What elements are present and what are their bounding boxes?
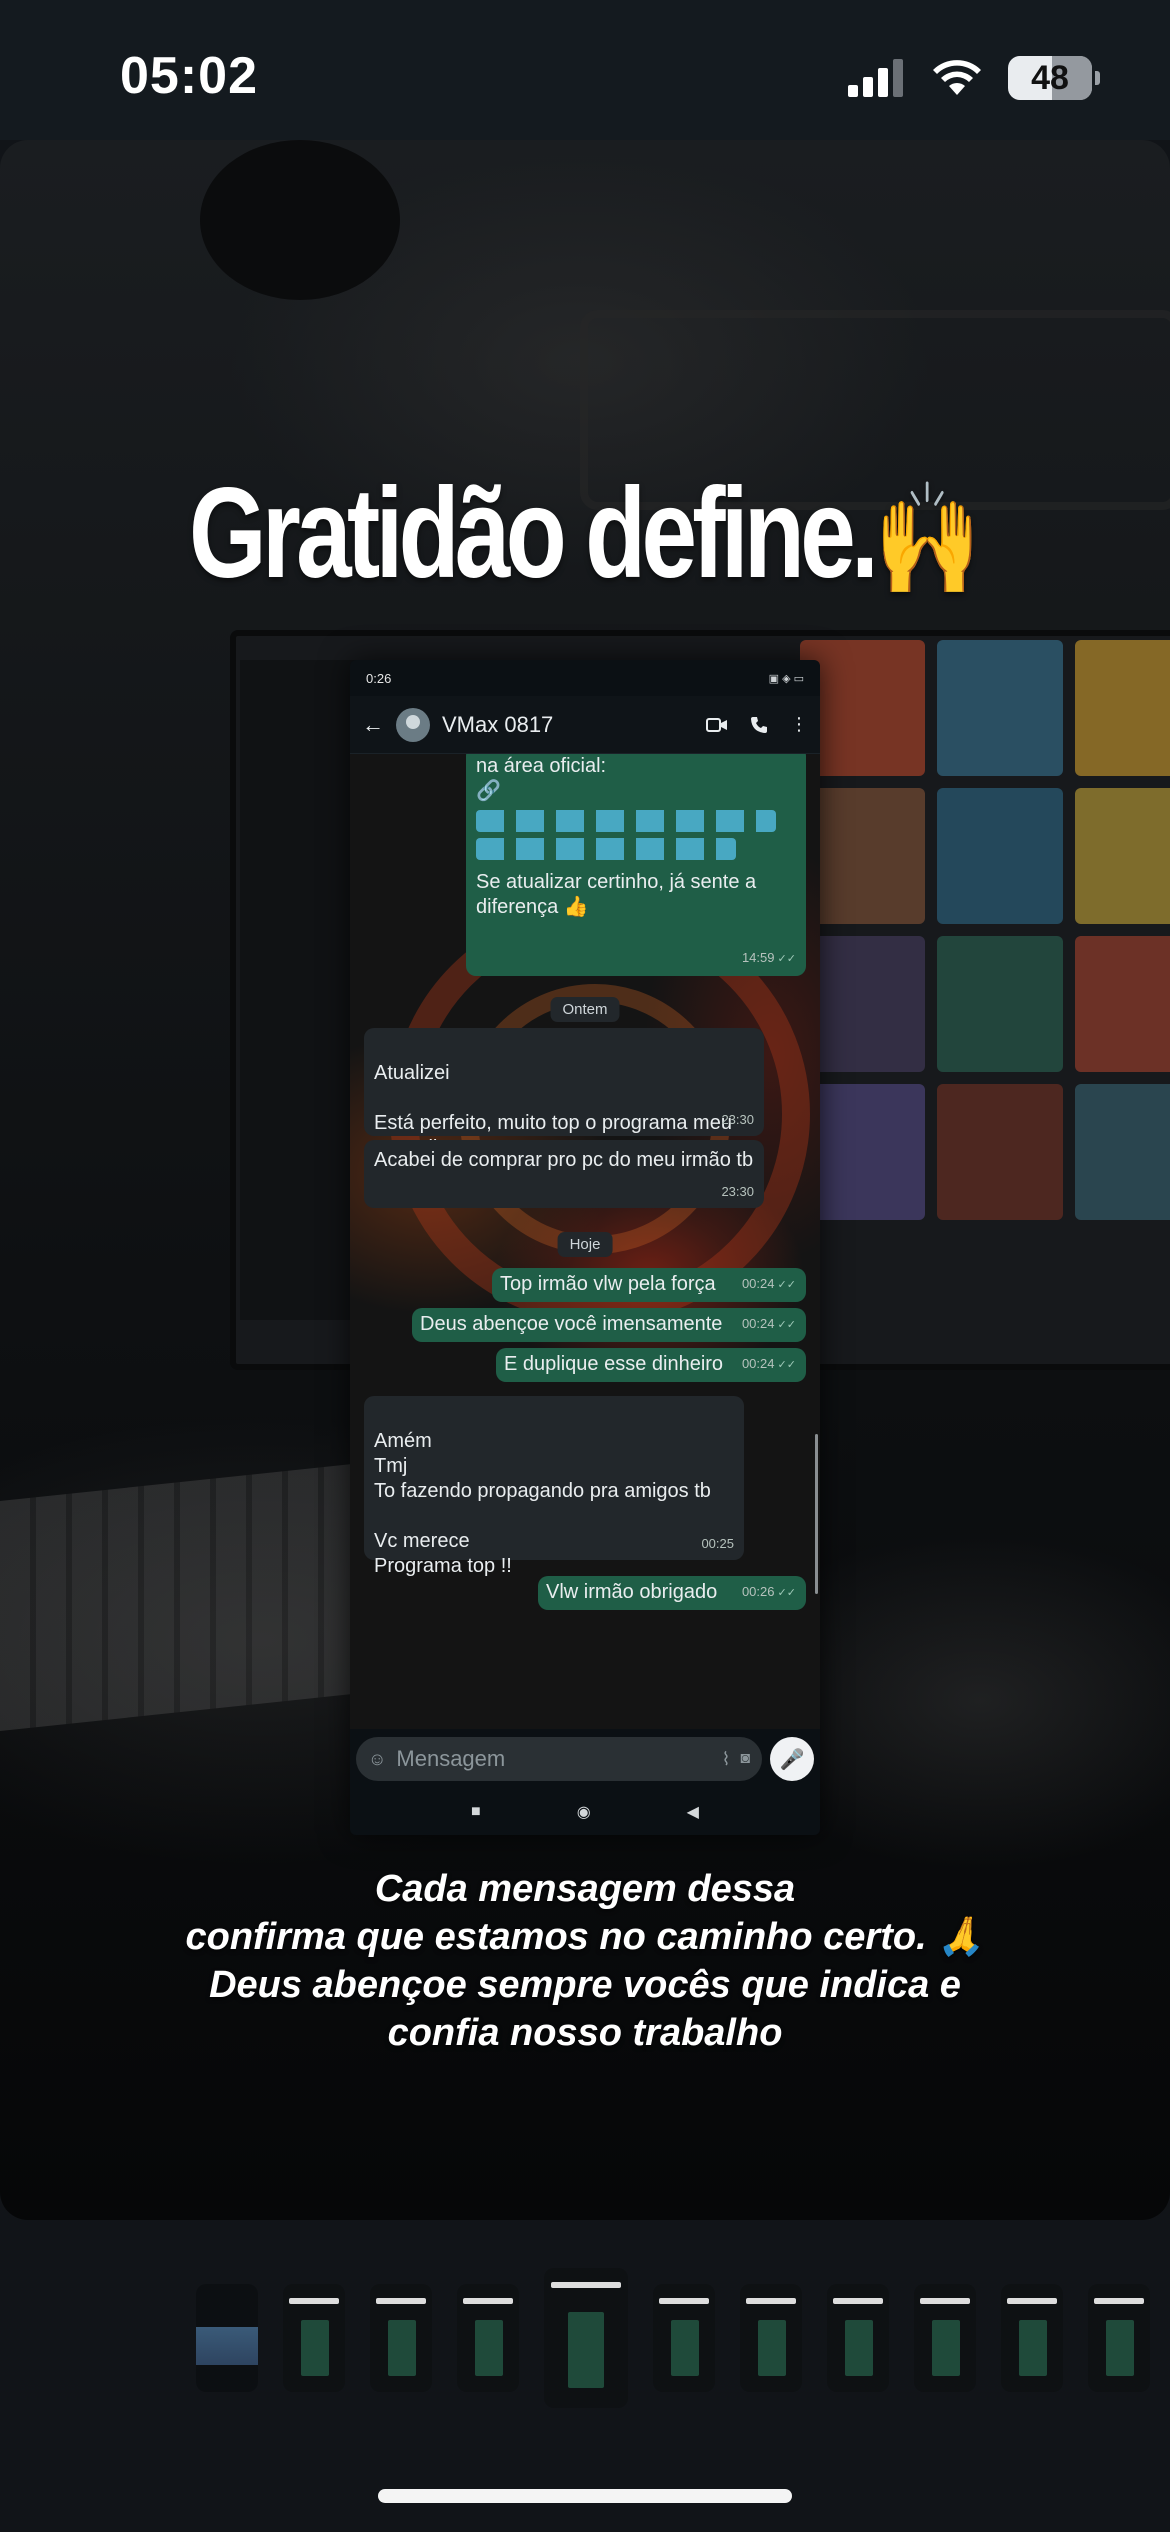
- message-bubble-out: Vlw irmão obrigado 00:26: [538, 1576, 806, 1610]
- inner-status-icons: ▣ ◈ ▭: [768, 672, 804, 685]
- back-icon: ◀: [686, 1804, 699, 1821]
- chat-scrollbar: [815, 1434, 818, 1594]
- message-text: Top irmão vlw pela força: [500, 1273, 716, 1295]
- status-time: 05:02: [120, 47, 258, 105]
- message-text: E duplique esse dinheiro: [504, 1353, 724, 1375]
- story-thumbnail[interactable]: [653, 2284, 715, 2392]
- back-arrow-icon: ←: [362, 711, 384, 737]
- message-bubble-in: Acabei de comprar pro pc do meu irmão tb…: [364, 1140, 764, 1208]
- android-nav-bar: ■ ◉ ◀: [350, 1789, 820, 1835]
- day-divider: Hoje: [557, 1232, 613, 1257]
- status-icons: 48: [848, 56, 1100, 100]
- story-thumbnail-selected[interactable]: [544, 2268, 628, 2408]
- story-thumbnail[interactable]: [1088, 2284, 1150, 2392]
- camera-icon: ◙: [740, 1750, 750, 1767]
- battery-icon: 48: [1008, 56, 1100, 100]
- message-bubble-in: Atualizei Está perfeito, muito top o pro…: [364, 1028, 764, 1159]
- chat-screenshot: 0:26 ▣ ◈ ▭ ← VMax 0817 ⋮ na área oficial…: [350, 660, 820, 1835]
- story-title-text: Gratidão define.: [189, 462, 879, 605]
- contact-name: VMax 0817: [442, 711, 554, 737]
- more-options-icon: ⋮: [790, 714, 808, 734]
- message-time: 23:30: [721, 1184, 754, 1199]
- battery-level: 48: [1031, 58, 1069, 97]
- raised-hands-icon: 🙌: [874, 478, 981, 601]
- message-bubble-out: Top irmão vlw pela força 00:24: [492, 1268, 806, 1302]
- recents-icon: ■: [471, 1803, 481, 1820]
- home-icon: ◉: [576, 1804, 591, 1821]
- status-bar: 05:02 48: [0, 0, 1170, 140]
- message-text: Amém Tmj To fazendo propagando pra amigo…: [374, 1430, 711, 1577]
- message-time: 23:30: [721, 1112, 754, 1127]
- message-composer: ☺ Mensagem ⌇ ◙ 🎤: [350, 1729, 820, 1789]
- chat-header: ← VMax 0817 ⋮: [350, 696, 820, 754]
- phone-call-icon: [751, 716, 767, 733]
- attach-icon: ⌇: [721, 1748, 731, 1769]
- caption-line: confirma que estamos no caminho certo. 🙏: [185, 1916, 985, 1958]
- message-bubble-out: E duplique esse dinheiro 00:24: [496, 1348, 806, 1382]
- sticker-icon: ☺: [368, 1748, 387, 1769]
- link-icon: 🔗: [476, 780, 501, 802]
- story-thumbnail[interactable]: [457, 2284, 519, 2392]
- message-text: Deus abençoe você imensamente: [420, 1313, 723, 1335]
- background-game-tiles: [800, 640, 1170, 1220]
- story-thumbnail[interactable]: [370, 2284, 432, 2392]
- message-time: 14:59: [742, 945, 796, 972]
- message-time: 00:25: [701, 1536, 734, 1551]
- story-thumbnail[interactable]: [827, 2284, 889, 2392]
- message-input: ☺ Mensagem ⌇ ◙: [356, 1737, 762, 1781]
- story-thumbnail[interactable]: [914, 2284, 976, 2392]
- message-text: Acabei de comprar pro pc do meu irmão tb: [374, 1149, 754, 1171]
- story-thumbnail[interactable]: [283, 2284, 345, 2392]
- message-time: 00:24: [742, 1351, 796, 1378]
- message-placeholder: Mensagem: [396, 1746, 506, 1771]
- caption-line: Cada mensagem dessa: [374, 1868, 796, 1910]
- story-caption: Cada mensagem dessa confirma que estamos…: [100, 1865, 1070, 2057]
- inner-status-time: 0:26: [366, 670, 392, 686]
- inner-status-bar: 0:26 ▣ ◈ ▭: [350, 660, 820, 696]
- message-bubble-out: Deus abençoe você imensamente 00:24: [412, 1308, 806, 1342]
- story-thumbnail[interactable]: [1001, 2284, 1063, 2392]
- wifi-icon: [933, 60, 981, 95]
- message-time: 00:24: [742, 1311, 796, 1338]
- message-bubble-in: Amém Tmj To fazendo propagando pra amigo…: [364, 1396, 744, 1577]
- story-thumbnail-strip[interactable]: [196, 2268, 1170, 2408]
- story-thumbnail[interactable]: [740, 2284, 802, 2392]
- message-text: na área oficial:: [476, 755, 607, 777]
- message-time: 00:26: [742, 1579, 796, 1606]
- caption-line: confia nosso trabalho: [387, 2012, 783, 2054]
- story-title: Gratidão define.🙌: [129, 460, 1042, 607]
- avatar: [396, 707, 430, 742]
- cellular-signal-icon: [848, 59, 903, 97]
- redacted-link: [476, 838, 736, 860]
- story-frame[interactable]: Gratidão define.🙌 0:26 ▣ ◈ ▭ ← VMax 0817…: [0, 140, 1170, 2220]
- message-time: 00:24: [742, 1271, 796, 1298]
- microphone-icon: 🎤: [770, 1737, 814, 1781]
- caption-line: Deus abençoe sempre vocês que indica e: [209, 1964, 961, 2006]
- video-call-icon: [706, 717, 727, 732]
- day-divider: Ontem: [550, 997, 620, 1022]
- story-thumbnail[interactable]: [196, 2284, 258, 2392]
- message-text: Se atualizar certinho, já sente a difere…: [476, 871, 757, 918]
- message-bubble-out: na área oficial: 🔗 Se atualizar certinho…: [466, 754, 806, 976]
- message-text: Vlw irmão obrigado: [546, 1581, 718, 1603]
- chat-area: na área oficial: 🔗 Se atualizar certinho…: [350, 754, 820, 1729]
- home-indicator[interactable]: [378, 2489, 792, 2503]
- redacted-link: [476, 810, 776, 832]
